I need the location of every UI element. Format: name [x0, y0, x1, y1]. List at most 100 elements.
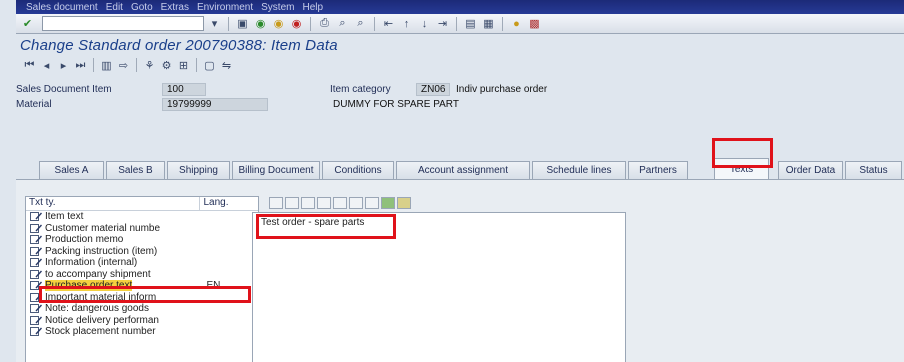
text-type-row[interactable]: Stock placement number	[26, 326, 258, 338]
language-column-header[interactable]: Lang.	[199, 197, 258, 210]
status-icon[interactable]: ⚙	[159, 58, 174, 73]
text-type-column-header[interactable]: Txt ty.	[26, 197, 199, 210]
tab-shipping[interactable]: Shipping	[167, 161, 230, 179]
text-type-row-selected[interactable]: Purchase order text EN	[26, 280, 258, 292]
text-type-name: Item text	[45, 211, 84, 223]
editor-toolbar	[269, 196, 411, 210]
prev-page-icon[interactable]: ↑	[399, 16, 414, 31]
material-field[interactable]: 19799999	[162, 97, 268, 111]
find-icon[interactable]: ⌕	[335, 16, 350, 31]
text-type-name: Important material inform	[45, 291, 157, 303]
tab-conditions[interactable]: Conditions	[322, 161, 394, 179]
text-document-icon	[30, 223, 42, 233]
tab-status[interactable]: Status	[845, 161, 902, 179]
menu-environment[interactable]: Environment	[197, 2, 253, 13]
tab-texts[interactable]: Texts	[714, 158, 769, 179]
item-category-field[interactable]: ZN06	[416, 82, 450, 96]
layout-icon[interactable]: ▩	[527, 16, 542, 31]
text-type-row[interactable]: Note: dangerous goods	[26, 303, 258, 315]
last-page-icon[interactable]: ⇥	[435, 16, 450, 31]
tab-partners[interactable]: Partners	[628, 161, 688, 179]
config-icon[interactable]: ▢	[202, 58, 217, 73]
cut-icon[interactable]	[269, 197, 283, 209]
text-document-icon	[30, 246, 42, 256]
tab-account-assignment[interactable]: Account assignment	[396, 161, 530, 179]
toolbar-separator	[228, 16, 229, 31]
menu-system[interactable]: System	[261, 2, 294, 13]
delete-icon[interactable]	[317, 197, 331, 209]
texts-panel: Txt ty. Lang. Item text Customer materia…	[16, 179, 904, 362]
text-type-row[interactable]: Customer material numbe	[26, 223, 258, 235]
text-type-row[interactable]: to accompany shipment	[26, 269, 258, 281]
print-icon[interactable]: ⎙	[317, 16, 332, 31]
text-type-name: Production memo	[45, 234, 124, 246]
back-icon[interactable]: ◉	[253, 16, 268, 31]
text-document-icon	[30, 269, 42, 279]
tab-strip: Sales A Sales B Shipping Billing Documen…	[16, 138, 904, 179]
variant-icon[interactable]: ⇋	[219, 58, 234, 73]
cancel-icon[interactable]: ◉	[289, 16, 304, 31]
menu-goto[interactable]: Goto	[131, 2, 153, 13]
text-document-icon	[30, 304, 42, 314]
text-type-row[interactable]: Packing instruction (item)	[26, 246, 258, 258]
text-type-row[interactable]: Information (internal)	[26, 257, 258, 269]
text-type-row[interactable]: Notice delivery performan	[26, 315, 258, 327]
item-icon[interactable]: ⇨	[116, 58, 131, 73]
insert-icon[interactable]	[365, 197, 379, 209]
header-icon[interactable]: ▥	[99, 58, 114, 73]
editor-content[interactable]: Test order - spare parts	[261, 217, 364, 228]
redo-icon[interactable]	[349, 197, 363, 209]
first-item-icon[interactable]: ⏮	[22, 58, 37, 73]
save-text-icon[interactable]	[397, 197, 411, 209]
exit-icon[interactable]: ◉	[271, 16, 286, 31]
grid-header: Txt ty. Lang.	[26, 197, 258, 211]
save-icon[interactable]: ▣	[235, 16, 250, 31]
text-document-icon	[30, 235, 42, 245]
shortcut-icon[interactable]: ▦	[481, 16, 496, 31]
load-text-icon[interactable]	[381, 197, 395, 209]
command-dropdown-icon[interactable]: ▾	[207, 16, 222, 31]
text-document-icon	[30, 258, 42, 268]
item-header: Sales Document Item 100 Material 1979999…	[16, 78, 904, 136]
menu-help[interactable]: Help	[302, 2, 323, 13]
text-document-icon	[30, 315, 42, 325]
menu-edit[interactable]: Edit	[106, 2, 123, 13]
page-title: Change Standard order 200790388: Item Da…	[20, 36, 338, 54]
undo-icon[interactable]	[333, 197, 347, 209]
text-type-name: Purchase order text	[45, 280, 133, 292]
paste-icon[interactable]	[301, 197, 315, 209]
menu-extras[interactable]: Extras	[161, 2, 189, 13]
enter-icon[interactable]: ✔	[20, 16, 35, 31]
text-document-icon	[30, 281, 42, 291]
display-icon[interactable]: ⊞	[176, 58, 191, 73]
toolbar-separator	[93, 58, 94, 72]
prev-item-icon[interactable]: ◂	[39, 58, 54, 73]
text-type-row[interactable]: Production memo	[26, 234, 258, 246]
tab-order-data[interactable]: Order Data	[778, 161, 843, 179]
first-page-icon[interactable]: ⇤	[381, 16, 396, 31]
tab-sales-b[interactable]: Sales B	[106, 161, 165, 179]
toolbar-separator	[374, 16, 375, 31]
create-session-icon[interactable]: ▤	[463, 16, 478, 31]
item-field[interactable]: 100	[162, 82, 206, 96]
help-icon[interactable]: ●	[509, 16, 524, 31]
text-document-icon	[30, 292, 42, 302]
next-item-icon[interactable]: ▸	[56, 58, 71, 73]
toolbar-separator	[196, 58, 197, 72]
tab-schedule-lines[interactable]: Schedule lines	[532, 161, 626, 179]
document-flow-icon[interactable]: ⚘	[142, 58, 157, 73]
text-type-name: to accompany shipment	[45, 268, 151, 280]
text-type-row[interactable]: Important material inform	[26, 292, 258, 304]
application-toolbar: ⏮ ◂ ▸ ⏭ ▥ ⇨ ⚘ ⚙ ⊞ ▢ ⇋	[16, 56, 904, 74]
copy-icon[interactable]	[285, 197, 299, 209]
tab-billing-document[interactable]: Billing Document	[232, 161, 320, 179]
menu-bar: Sales document Edit Goto Extras Environm…	[16, 0, 904, 14]
tab-sales-a[interactable]: Sales A	[39, 161, 104, 179]
find-next-icon[interactable]: ⌕	[353, 16, 368, 31]
text-type-row[interactable]: Item text	[26, 211, 258, 223]
command-field[interactable]	[42, 16, 204, 31]
text-editor[interactable]: Test order - spare parts	[252, 212, 626, 362]
menu-sales-document[interactable]: Sales document	[26, 2, 98, 13]
next-page-icon[interactable]: ↓	[417, 16, 432, 31]
last-item-icon[interactable]: ⏭	[73, 58, 88, 73]
